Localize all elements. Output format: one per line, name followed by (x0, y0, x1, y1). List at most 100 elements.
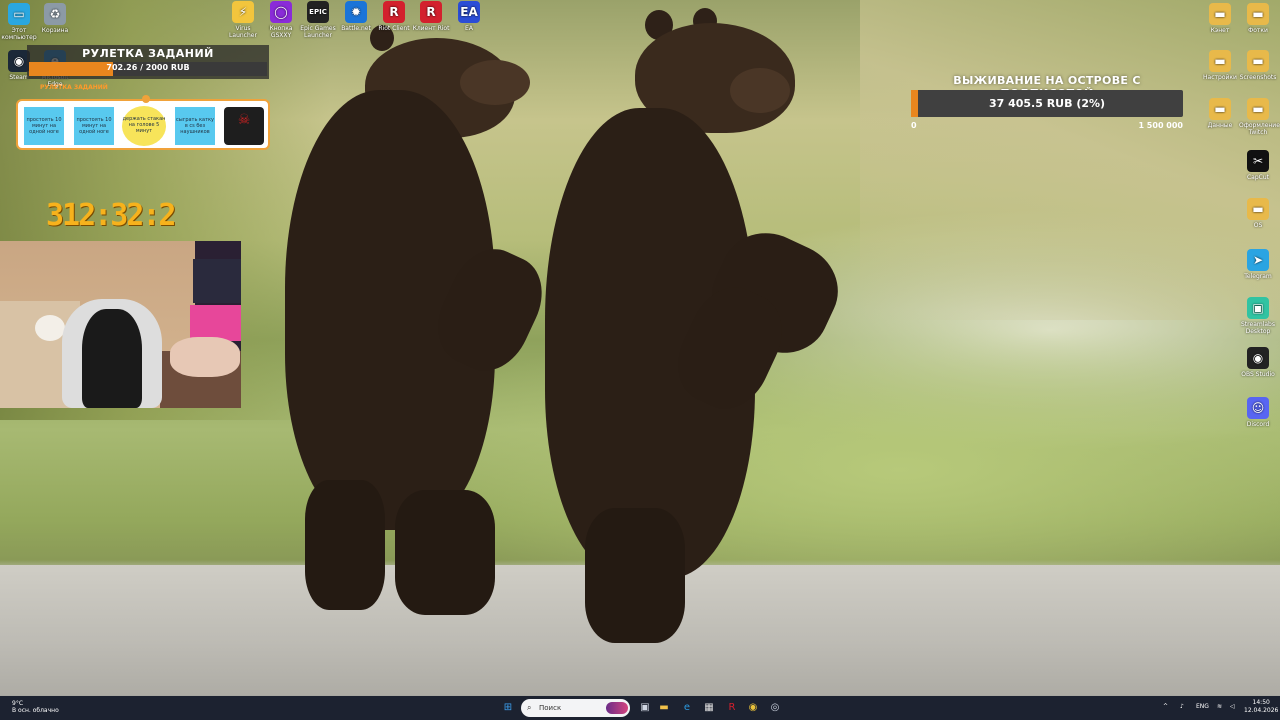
desktop-icon-right-0[interactable]: ▬ Кэнет (1201, 3, 1239, 34)
desktop-icon-right-3[interactable]: ▬ Screenshots (1239, 50, 1277, 81)
goal-progress-bar: 37 405.5 RUB (2%) (911, 90, 1183, 117)
roulette-card: простоять 10 минут на одной ноге (24, 107, 64, 145)
desktop-icon-right-10[interactable]: ◉ OBS Studio (1239, 347, 1277, 378)
desktop-icon-label: Telegram (1244, 273, 1272, 280)
desktop-icon-label: Данные (1207, 122, 1233, 129)
goal-progress-value: 37 405.5 RUB (2%) (988, 97, 1106, 110)
desktop-icon-label: Кнопка GSXXY (269, 25, 293, 39)
desktop-icon-label: Оформление Twitch (1239, 122, 1280, 136)
desktop-icon-label: Настройки (1203, 74, 1237, 81)
store-icon[interactable]: ▦ (701, 700, 717, 716)
app-icon: R (420, 1, 442, 23)
app-icon: ▬ (1209, 50, 1231, 72)
search-highlight-image (606, 702, 628, 714)
taskbar-search[interactable]: ⌕ Поиск (521, 699, 630, 717)
volume-icon[interactable]: ◁ (1230, 703, 1235, 710)
app-icon: ▬ (1247, 50, 1269, 72)
weather-widget[interactable]: 9°C В осн. облачно (12, 700, 59, 714)
desktop-icon-right-8[interactable]: ➤ Telegram (1239, 249, 1277, 280)
roulette-cards: простоять 10 минут на одной ноге простоя… (16, 95, 270, 150)
desktop-icon-label: Discord (1246, 421, 1270, 428)
desktop-icon-left-1[interactable]: ♻ Корзина (36, 3, 74, 34)
desktop-icon-right-2[interactable]: ▬ Настройки (1201, 50, 1239, 81)
desktop-icon-top-2[interactable]: EPIC Epic Games Launcher (299, 1, 337, 39)
desktop-icon-top-5[interactable]: R Клиент Riot (412, 1, 450, 32)
search-icon: ⌕ (527, 703, 532, 712)
desktop-icon-label: Steam (9, 74, 29, 81)
app-icon: ♻ (44, 3, 66, 25)
search-placeholder: Поиск (539, 704, 562, 712)
app-icon: ▬ (1209, 98, 1231, 120)
roulette-card-selected: держать стакан на голове 5 минут (122, 106, 166, 146)
bear-cub-left (285, 20, 557, 620)
file-explorer-icon[interactable]: ▬ (656, 700, 672, 716)
goal-max-label: 1 500 000 (1138, 121, 1183, 130)
desktop-icon-label: EA (465, 25, 473, 32)
desktop-icon-top-1[interactable]: ◯ Кнопка GSXXY (262, 1, 300, 39)
desktop-icon-label: OS (1253, 222, 1263, 229)
app-icon: EPIC (307, 1, 329, 23)
desktop-icon-label: CapCut (1246, 174, 1270, 181)
desktop-icon-label: Riot Client (378, 25, 410, 32)
weather-temp: 9°C (12, 700, 24, 707)
steam-icon[interactable]: ◎ (767, 700, 783, 716)
desktop-icon-right-9[interactable]: ▣ Streamlabs Desktop (1239, 297, 1277, 335)
app-icon: ▬ (1247, 3, 1269, 25)
roulette-card: сыграть катку в cs без наушников (175, 107, 215, 145)
chrome-icon[interactable]: ◉ (745, 700, 761, 716)
desktop-icon-right-1[interactable]: ▬ Фотки (1239, 3, 1277, 34)
app-icon: ✹ (345, 1, 367, 23)
stream-timer: 312:32:2 (46, 198, 176, 233)
roulette-widget: РУЛЕТКА ЗАДАНИЙ 702.26 / 2000 RUB (27, 45, 269, 79)
app-icon: R (383, 1, 405, 23)
edge-icon[interactable]: e (679, 700, 695, 716)
app-icon: ▭ (8, 3, 30, 25)
roulette-progress-value: 702.26 / 2000 RUB (106, 63, 190, 72)
app-icon: ▬ (1247, 198, 1269, 220)
desktop-icon-left-0[interactable]: ▭ Этот компьютер (0, 3, 38, 41)
task-view-icon[interactable]: ▣ (637, 700, 653, 716)
goal-min-label: 0 (911, 121, 917, 130)
desktop-icon-right-6[interactable]: ✂ CapCut (1239, 150, 1277, 181)
desktop-icon-right-5[interactable]: ▬ Оформление Twitch (1239, 98, 1280, 136)
desktop-icon-label: Virus Launcher (229, 25, 257, 39)
start-icon[interactable]: ⊞ (500, 700, 516, 716)
roulette-subtitle: РУЛЕТКА ЗАДАНИЙ (40, 84, 108, 91)
roulette-card: простоять 10 минут на одной ноге (74, 107, 114, 145)
roulette-progress-bar: 702.26 / 2000 RUB (29, 62, 267, 76)
wallpaper-grass-right (860, 0, 1280, 320)
desktop-icon-label: Корзина (41, 27, 69, 34)
desktop-icon-label: Фотки (1248, 27, 1268, 34)
desktop-icon-right-4[interactable]: ▬ Данные (1201, 98, 1239, 129)
desktop-icon-right-11[interactable]: ☺ Discord (1239, 397, 1277, 428)
desktop-icon-right-7[interactable]: ▬ OS (1239, 198, 1277, 229)
riot-icon[interactable]: R (724, 700, 740, 716)
desktop-icon-label: Кэнет (1210, 27, 1230, 34)
tray-chevron-up-icon[interactable]: ^ (1163, 703, 1168, 710)
microphone-icon[interactable]: ♪ (1180, 703, 1184, 710)
roulette-card-skull: ☠ (224, 107, 264, 145)
clock-time: 14:50 (1252, 699, 1270, 706)
desktop-icon-top-6[interactable]: EA EA (450, 1, 488, 32)
language-indicator[interactable]: ENG (1196, 703, 1209, 710)
app-icon: ➤ (1247, 249, 1269, 271)
desktop-icon-top-3[interactable]: ✹ Battle.net (337, 1, 375, 32)
desktop-icon-label: Этот компьютер (1, 27, 37, 41)
desktop-icon-top-0[interactable]: ⚡ Virus Launcher (224, 1, 262, 39)
desktop-icon-top-4[interactable]: R Riot Client (375, 1, 413, 32)
app-icon: ◉ (1247, 347, 1269, 369)
roulette-pointer-icon (142, 95, 150, 103)
app-icon: ▬ (1247, 98, 1269, 120)
webcam-overlay (0, 241, 241, 408)
desktop-icon-label: Battle.net (341, 25, 371, 32)
clock-date: 12.04.2026 (1244, 707, 1279, 714)
app-icon: ⚡ (232, 1, 254, 23)
app-icon: ▣ (1247, 297, 1269, 319)
roulette-title: РУЛЕТКА ЗАДАНИЙ (82, 47, 214, 60)
app-icon: ☺ (1247, 397, 1269, 419)
desktop-icon-label: Epic Games Launcher (300, 25, 336, 39)
bear-cub-right (545, 8, 855, 648)
taskbar-clock[interactable]: 14:50 12.04.2026 (1244, 699, 1278, 715)
wifi-icon[interactable]: ≋ (1217, 703, 1222, 710)
weather-desc: В осн. облачно (12, 707, 59, 714)
